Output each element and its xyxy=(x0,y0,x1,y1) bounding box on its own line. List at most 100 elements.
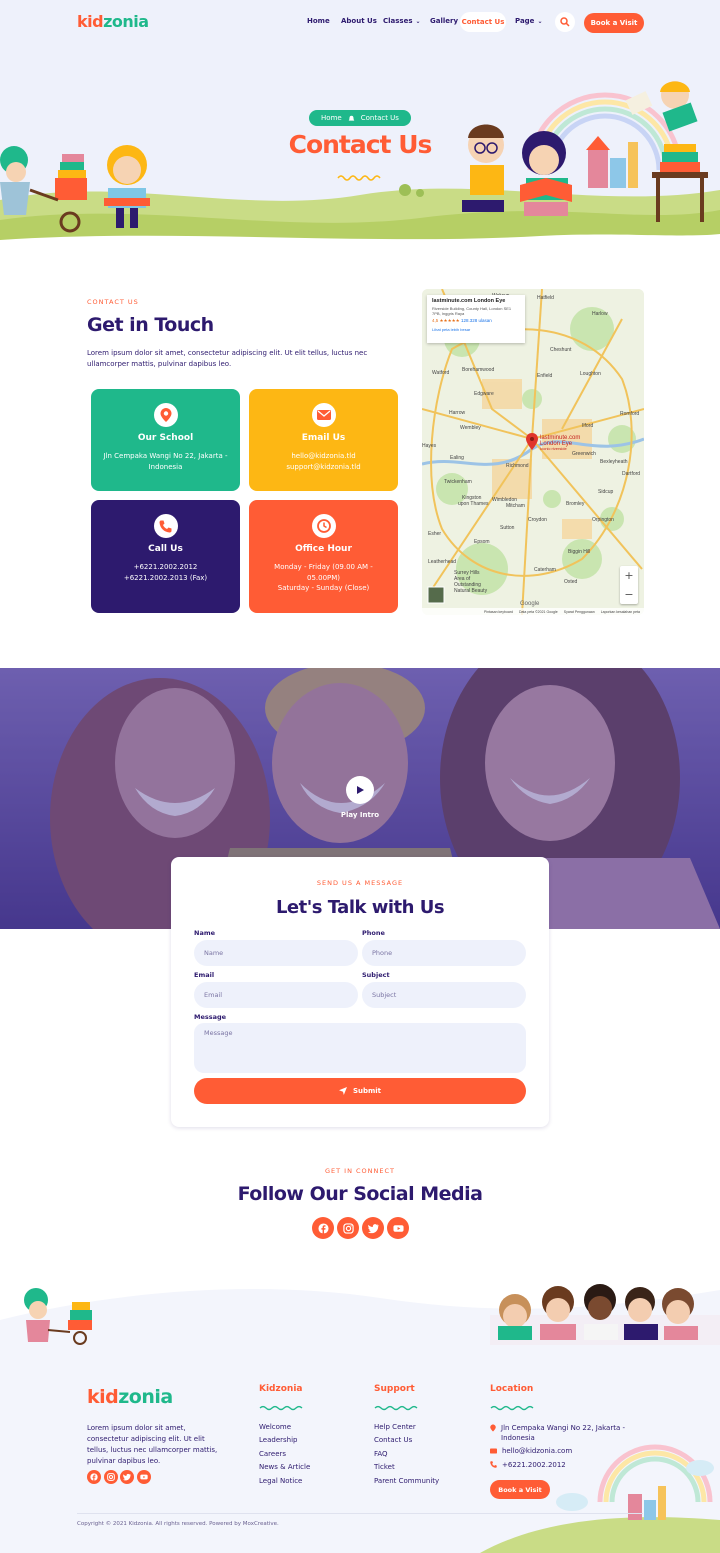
card-call-us: Call Us +6221.2002.2012 +6221.2002.2013 … xyxy=(91,500,240,613)
card-title: Email Us xyxy=(301,433,346,443)
submit-button[interactable]: Submit xyxy=(194,1078,526,1104)
footer-link-faq[interactable]: FAQ xyxy=(374,1450,388,1458)
footer-link-leadership[interactable]: Leadership xyxy=(259,1436,297,1444)
email-support[interactable]: support@kidzonia.tld xyxy=(261,462,386,473)
nav-about[interactable]: About Us xyxy=(341,17,377,25)
footer-book-visit-button[interactable]: Book a Visit xyxy=(490,1480,550,1499)
card-our-school: Our School Jln Cempaka Wangi No 22, Jaka… xyxy=(91,389,240,491)
footer-link-help[interactable]: Help Center xyxy=(374,1423,416,1431)
svg-text:Leatherhead: Leatherhead xyxy=(428,559,456,565)
youtube-icon xyxy=(392,1224,404,1232)
svg-text:Borehamwood: Borehamwood xyxy=(462,367,494,373)
play-icon xyxy=(357,786,364,794)
envelope-icon xyxy=(490,1448,497,1454)
twitter-icon xyxy=(367,1223,379,1233)
subject-label: Subject xyxy=(362,971,390,979)
form-heading: Let's Talk with Us xyxy=(275,897,445,918)
footer-link-legal[interactable]: Legal Notice xyxy=(259,1477,302,1485)
footer-link-contact[interactable]: Contact Us xyxy=(374,1436,412,1444)
weekend-hours: Saturday - Sunday (Close) xyxy=(277,584,370,592)
nav-contact-active[interactable]: Contact Us xyxy=(460,12,506,32)
footer-youtube-button[interactable] xyxy=(137,1470,151,1484)
name-input[interactable] xyxy=(194,940,358,966)
footer-col-support-title: Support xyxy=(374,1384,415,1394)
svg-text:Mitcham: Mitcham xyxy=(506,503,525,509)
social-heading: Follow Our Social Media xyxy=(237,1183,483,1205)
nav-page[interactable]: Page ⌄ xyxy=(515,17,542,25)
logo-part1: kid xyxy=(77,12,104,31)
email-primary[interactable]: hello@kidzonia.tld xyxy=(261,451,386,462)
svg-text:Caterham: Caterham xyxy=(534,567,556,573)
breadcrumb-home-link[interactable]: Home xyxy=(321,114,342,122)
footer-twitter-button[interactable] xyxy=(120,1470,134,1484)
card-title: Office Hour xyxy=(295,544,352,554)
footer-link-ticket[interactable]: Ticket xyxy=(374,1463,395,1471)
svg-text:Harlow: Harlow xyxy=(592,311,608,317)
clock-icon xyxy=(311,514,336,538)
svg-text:Enfield: Enfield xyxy=(537,373,553,379)
site-logo[interactable]: kidzonia xyxy=(77,12,149,31)
card-detail: hello@kidzonia.tld support@kidzonia.tld xyxy=(261,451,386,472)
instagram-button[interactable] xyxy=(337,1217,359,1239)
copyright: Copyright © 2021 Kidzonia. All rights re… xyxy=(77,1521,279,1527)
send-icon xyxy=(338,1087,347,1095)
svg-text:Iconic riverside: Iconic riverside xyxy=(540,446,567,451)
svg-text:Wembley: Wembley xyxy=(460,425,481,431)
footer-email[interactable]: hello@kidzonia.com xyxy=(490,1446,572,1456)
location-pin-icon xyxy=(490,1424,496,1432)
wave-divider xyxy=(490,1405,534,1411)
map-place-title: lastminute.com London Eye xyxy=(432,298,506,304)
svg-text:Twickenham: Twickenham xyxy=(444,479,472,485)
submit-label: Submit xyxy=(352,1087,382,1095)
footer-link-news[interactable]: News & Article xyxy=(259,1463,310,1471)
phone-input[interactable] xyxy=(362,940,526,966)
svg-text:Ealing: Ealing xyxy=(450,455,464,461)
map-reviews-link[interactable]: 128.328 ulasan xyxy=(461,318,492,323)
nav-classes[interactable]: Classes ⌄ xyxy=(383,17,421,25)
instagram-icon xyxy=(107,1473,115,1481)
footer-logo-part2: zonia xyxy=(118,1386,173,1408)
map-keyboard-shortcuts[interactable]: Pintasan keyboard xyxy=(484,610,513,614)
svg-text:Dartford: Dartford xyxy=(622,471,640,477)
footer-description: Lorem ipsum dolor sit amet, consectetur … xyxy=(87,1424,218,1465)
chevron-down-icon: ⌄ xyxy=(415,18,421,25)
search-icon xyxy=(560,17,570,27)
map-larger-link[interactable]: Lihat peta lebih besar xyxy=(432,327,520,332)
card-title: Our School xyxy=(137,433,194,443)
nav-home[interactable]: Home xyxy=(307,17,330,25)
svg-text:Watford: Watford xyxy=(432,370,450,376)
facebook-icon xyxy=(90,1473,98,1481)
footer-link-community[interactable]: Parent Community xyxy=(374,1477,439,1485)
play-button[interactable] xyxy=(346,776,374,804)
facebook-button[interactable] xyxy=(312,1217,334,1239)
nav-classes-label: Classes xyxy=(383,17,413,25)
twitter-button[interactable] xyxy=(362,1217,384,1239)
book-visit-button[interactable]: Book a Visit xyxy=(584,13,644,33)
footer-facebook-button[interactable] xyxy=(87,1470,101,1484)
message-textarea[interactable] xyxy=(194,1023,526,1073)
svg-text:Ilford: Ilford xyxy=(582,423,593,429)
zoom-out-button[interactable]: − xyxy=(624,588,633,601)
footer-logo[interactable]: kidzonia xyxy=(87,1386,173,1408)
email-input[interactable] xyxy=(194,982,358,1008)
wave-divider xyxy=(374,1405,418,1411)
footer-link-welcome[interactable]: Welcome xyxy=(259,1423,291,1431)
map-report-link[interactable]: Laporkan kesalahan peta xyxy=(601,610,640,614)
bell-icon xyxy=(348,115,355,121)
svg-text:Cheshunt: Cheshunt xyxy=(550,347,572,353)
footer-link-careers[interactable]: Careers xyxy=(259,1450,286,1458)
map-terms-link[interactable]: Syarat Penggunaan xyxy=(564,610,595,614)
footer-phone[interactable]: +6221.2002.2012 xyxy=(490,1460,566,1470)
contact-description: Lorem ipsum dolor sit amet, consectetur … xyxy=(87,349,368,368)
facebook-icon xyxy=(317,1222,329,1234)
map-footer: Pintasan keyboard Data peta ©2021 Google… xyxy=(422,608,644,615)
svg-text:Sidcup: Sidcup xyxy=(598,489,614,495)
nav-gallery[interactable]: Gallery xyxy=(430,17,458,25)
youtube-button[interactable] xyxy=(387,1217,409,1239)
map-place-address: Riverside Building, County Hall, London … xyxy=(432,306,512,316)
phone-number[interactable]: +6221.2002.2012 xyxy=(103,562,228,573)
zoom-in-button[interactable]: + xyxy=(624,569,633,582)
footer-instagram-button[interactable] xyxy=(104,1470,118,1484)
search-button[interactable] xyxy=(555,12,575,32)
subject-input[interactable] xyxy=(362,982,526,1008)
